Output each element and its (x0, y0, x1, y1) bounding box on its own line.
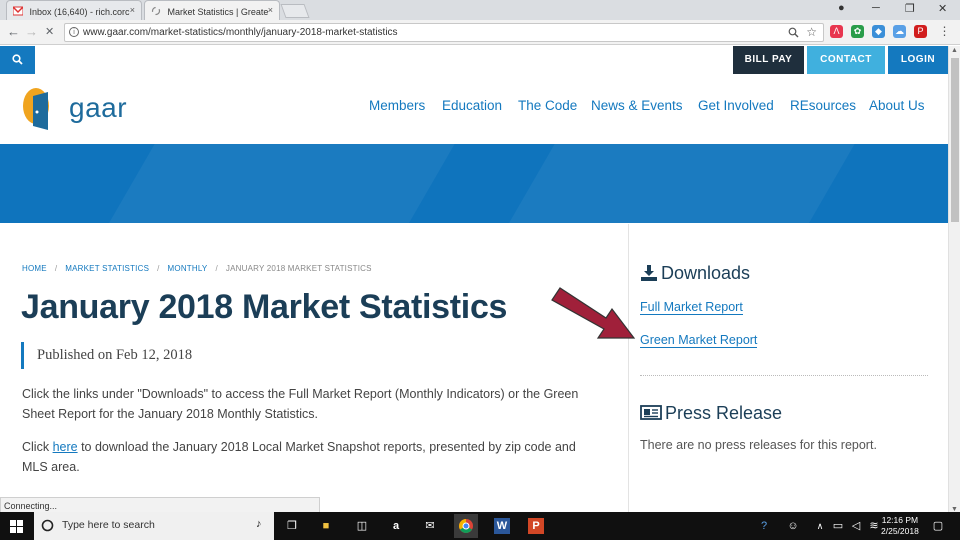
downloads-heading: Downloads (640, 263, 750, 284)
intro-paragraph: Click the links under "Downloads" to acc… (22, 387, 579, 421)
bookmark-star-icon[interactable]: ☆ (806, 25, 817, 39)
wifi-icon[interactable]: ≋ (866, 518, 882, 534)
menu-icon[interactable]: ⋮ (938, 25, 951, 38)
info-icon[interactable]: i (69, 27, 79, 37)
site-header: gaar Members Education The Code News & E… (0, 74, 948, 144)
site-utility-bar: BILL PAY CONTACT LOGIN (0, 46, 948, 74)
breadcrumb-home[interactable]: HOME (22, 264, 47, 273)
published-date: Published on Feb 12, 2018 (37, 347, 193, 363)
clock-date: 2/25/2018 (881, 526, 919, 536)
address-bar-row: ← → ✕ i www.gaar.com/market-statistics/m… (0, 20, 960, 45)
nav-news-events[interactable]: News & Events (591, 98, 683, 113)
nav-resources[interactable]: REsources (790, 98, 856, 113)
task-view-icon[interactable]: ❐ (284, 518, 300, 534)
tab-label: Inbox (16,640) - rich.corc (29, 7, 130, 17)
close-window-icon[interactable]: ✕ (938, 2, 947, 15)
site-search-button[interactable] (0, 46, 35, 74)
here-link[interactable]: here (53, 440, 78, 454)
user-icon[interactable]: ● (838, 2, 845, 14)
download-icon (641, 265, 657, 281)
hero-banner (0, 144, 948, 223)
snapshot-paragraph: Click here to download the January 2018 … (22, 440, 576, 474)
breadcrumb: HOME / MARKET STATISTICS / MONTHLY / JANUARY 2… (22, 264, 372, 273)
stop-loading-icon[interactable]: ✕ (45, 25, 54, 38)
windows-taskbar: Type here to search ♪ ❐ ■ ◫ a ✉ W P ? ☺ … (0, 512, 960, 540)
sidebar-divider (640, 375, 928, 376)
restore-icon[interactable]: ❐ (905, 2, 915, 15)
tab-close-icon[interactable]: × (268, 5, 273, 15)
nav-about-us[interactable]: About Us (869, 98, 925, 113)
forward-icon[interactable]: → (25, 24, 38, 39)
chrome-icon[interactable] (454, 514, 478, 538)
url-text: www.gaar.com/market-statistics/monthly/j… (83, 27, 398, 38)
url-field[interactable]: i www.gaar.com/market-statistics/monthly… (64, 23, 824, 42)
scrollbar-thumb[interactable] (951, 58, 959, 222)
green-market-report-link[interactable]: Green Market Report (640, 333, 758, 348)
microphone-icon[interactable]: ♪ (256, 518, 262, 530)
taskbar-clock[interactable]: 12:16 PM 2/25/2018 (881, 515, 919, 537)
cortana-icon (41, 519, 54, 532)
content-divider (628, 224, 629, 514)
scroll-up-icon[interactable]: ▲ (951, 47, 958, 54)
file-explorer-icon[interactable]: ■ (318, 518, 334, 534)
extension-icon-blue[interactable]: ◆ (872, 25, 885, 38)
word-icon[interactable]: W (494, 518, 510, 534)
logo-text[interactable]: gaar (69, 92, 127, 124)
nav-the-code[interactable]: The Code (518, 98, 577, 113)
gaar-logo-icon[interactable] (22, 86, 50, 136)
extension-icon-pinterest[interactable]: P (914, 25, 927, 38)
breadcrumb-market-statistics[interactable]: MARKET STATISTICS (65, 264, 149, 273)
tab-close-icon[interactable]: × (130, 5, 135, 15)
page-title: January 2018 Market Statistics (21, 288, 508, 326)
zoom-icon[interactable] (788, 27, 799, 38)
show-hidden-icons[interactable]: ∧ (812, 518, 828, 534)
people-icon[interactable]: ☺ (785, 518, 801, 534)
store-icon[interactable]: ◫ (354, 518, 370, 534)
full-market-report-link[interactable]: Full Market Report (640, 300, 743, 315)
browser-tab-strip: Inbox (16,640) - rich.corc × Market Stat… (0, 0, 960, 20)
powerpoint-icon[interactable]: P (528, 518, 544, 534)
tab-label: Market Statistics | Greate (167, 7, 269, 17)
annotation-arrow-icon (551, 287, 636, 339)
bill-pay-button[interactable]: BILL PAY (733, 46, 804, 74)
newspaper-icon (640, 405, 662, 420)
press-release-heading: Press Release (640, 403, 782, 424)
breadcrumb-current: JANUARY 2018 MARKET STATISTICS (225, 264, 372, 273)
contact-button[interactable]: CONTACT (807, 46, 885, 74)
nav-education[interactable]: Education (442, 98, 502, 113)
loading-icon (151, 6, 161, 16)
windows-start-icon[interactable] (10, 520, 23, 533)
search-icon (12, 54, 23, 65)
nav-members[interactable]: Members (369, 98, 425, 113)
login-button[interactable]: LOGIN (888, 46, 948, 74)
published-accent-bar (21, 342, 24, 369)
breadcrumb-monthly[interactable]: MONTHLY (168, 264, 208, 273)
press-release-empty-text: There are no press releases for this rep… (640, 438, 877, 452)
extension-icon-cloud[interactable]: ☁ (893, 25, 906, 38)
taskbar-search-box[interactable]: Type here to search ♪ (34, 512, 274, 540)
volume-icon[interactable]: ◁ (848, 518, 864, 534)
gmail-icon (13, 6, 23, 16)
extension-icon-red[interactable]: Λ (830, 25, 843, 38)
extension-icon-flower[interactable]: ✿ (851, 25, 864, 38)
page-scrollbar[interactable]: ▲ ▼ (948, 46, 960, 514)
help-icon[interactable]: ? (756, 518, 772, 534)
taskbar-search-placeholder: Type here to search (62, 519, 155, 531)
new-tab-button[interactable] (280, 4, 310, 18)
nav-get-involved[interactable]: Get Involved (698, 98, 774, 113)
back-icon[interactable]: ← (7, 24, 20, 39)
tab-gmail-inbox[interactable]: Inbox (16,640) - rich.corc × (6, 0, 142, 20)
tab-market-statistics[interactable]: Market Statistics | Greate × (144, 0, 280, 20)
network-icon[interactable]: ▭ (830, 518, 846, 534)
clock-time: 12:16 PM (881, 515, 919, 525)
minimize-icon[interactable]: ─ (872, 2, 880, 14)
amazon-icon[interactable]: a (388, 518, 404, 534)
mail-icon[interactable]: ✉ (422, 518, 438, 534)
notifications-icon[interactable]: ▢ (930, 518, 946, 534)
